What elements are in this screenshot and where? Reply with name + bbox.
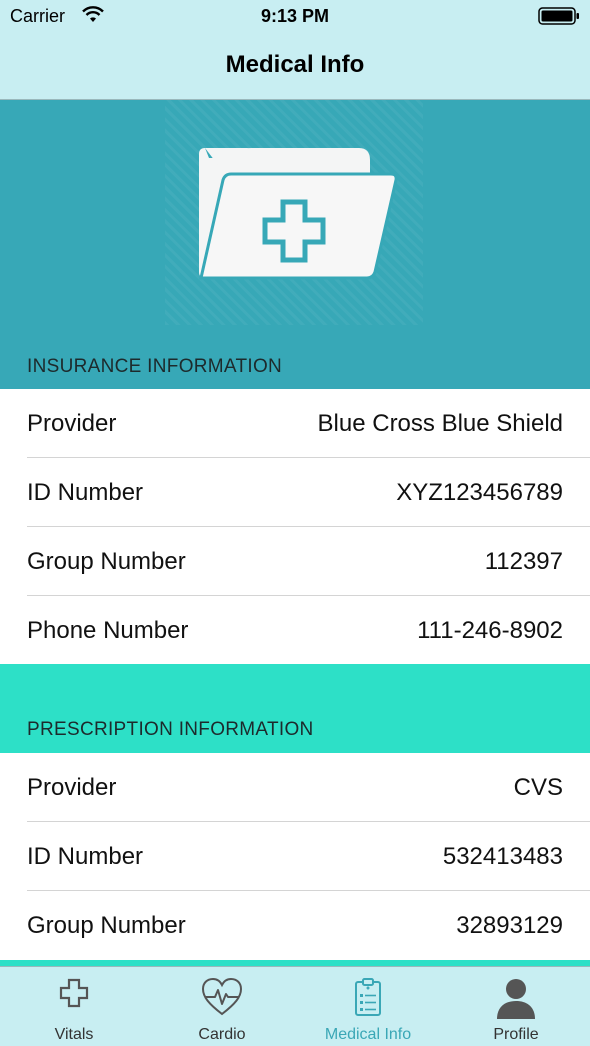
- tab-cardio[interactable]: Cardio: [148, 967, 296, 1046]
- tab-label: Cardio: [198, 1026, 246, 1043]
- heart-pulse-icon: [201, 977, 243, 1016]
- row-value: 112397: [484, 548, 563, 575]
- row-value: 532413483: [442, 843, 563, 870]
- insurance-row-group-number[interactable]: Group Number 112397: [0, 527, 590, 596]
- clock: 9:13 PM: [260, 6, 330, 26]
- prescription-row-group-number[interactable]: Group Number 32893129: [0, 891, 590, 960]
- row-value: CVS: [513, 774, 563, 801]
- row-value: 111-246-8902: [417, 617, 563, 644]
- row-label: Group Number: [27, 548, 186, 575]
- tab-bar: Vitals Cardio Medical Info Profile: [0, 966, 590, 1046]
- row-label: ID Number: [27, 479, 144, 506]
- prescription-header-band: PRESCRIPTION INFORMATION: [0, 664, 590, 753]
- tab-profile[interactable]: Profile: [442, 967, 590, 1046]
- insurance-section-header: INSURANCE INFORMATION: [27, 356, 283, 377]
- insurance-row-phone-number[interactable]: Phone Number 111-246-8902: [0, 596, 590, 664]
- row-label: Group Number: [27, 912, 186, 939]
- row-value: 32893129: [456, 912, 563, 939]
- row-label: Provider: [27, 774, 117, 801]
- row-label: Provider: [27, 410, 117, 437]
- navigation-bar: Medical Info: [0, 30, 590, 100]
- insurance-row-provider[interactable]: Provider Blue Cross Blue Shield: [0, 389, 590, 458]
- row-value: XYZ123456789: [396, 479, 563, 506]
- battery-icon: [538, 7, 579, 25]
- status-bar: Carrier 9:13 PM: [0, 0, 590, 30]
- row-label: ID Number: [27, 843, 144, 870]
- person-icon: [497, 979, 535, 1019]
- page-title: Medical Info: [225, 51, 365, 78]
- tab-vitals[interactable]: Vitals: [0, 967, 148, 1046]
- medical-folder-icon: [199, 148, 398, 280]
- prescription-row-id-number[interactable]: ID Number 532413483: [0, 822, 590, 891]
- prescription-row-provider[interactable]: Provider CVS: [0, 753, 590, 822]
- tab-label: Profile: [493, 1026, 539, 1043]
- prescription-section-header: PRESCRIPTION INFORMATION: [27, 719, 314, 740]
- tab-medical-info[interactable]: Medical Info: [294, 967, 442, 1046]
- tab-label: Vitals: [54, 1026, 94, 1043]
- row-value: Blue Cross Blue Shield: [317, 410, 563, 437]
- tab-label: Medical Info: [324, 1026, 412, 1043]
- hero-banner: INSURANCE INFORMATION: [0, 100, 590, 389]
- insurance-row-id-number[interactable]: ID Number XYZ123456789: [0, 458, 590, 527]
- clipboard-icon: [355, 978, 381, 1016]
- row-label: Phone Number: [27, 617, 189, 644]
- plus-outline-icon: [59, 978, 89, 1008]
